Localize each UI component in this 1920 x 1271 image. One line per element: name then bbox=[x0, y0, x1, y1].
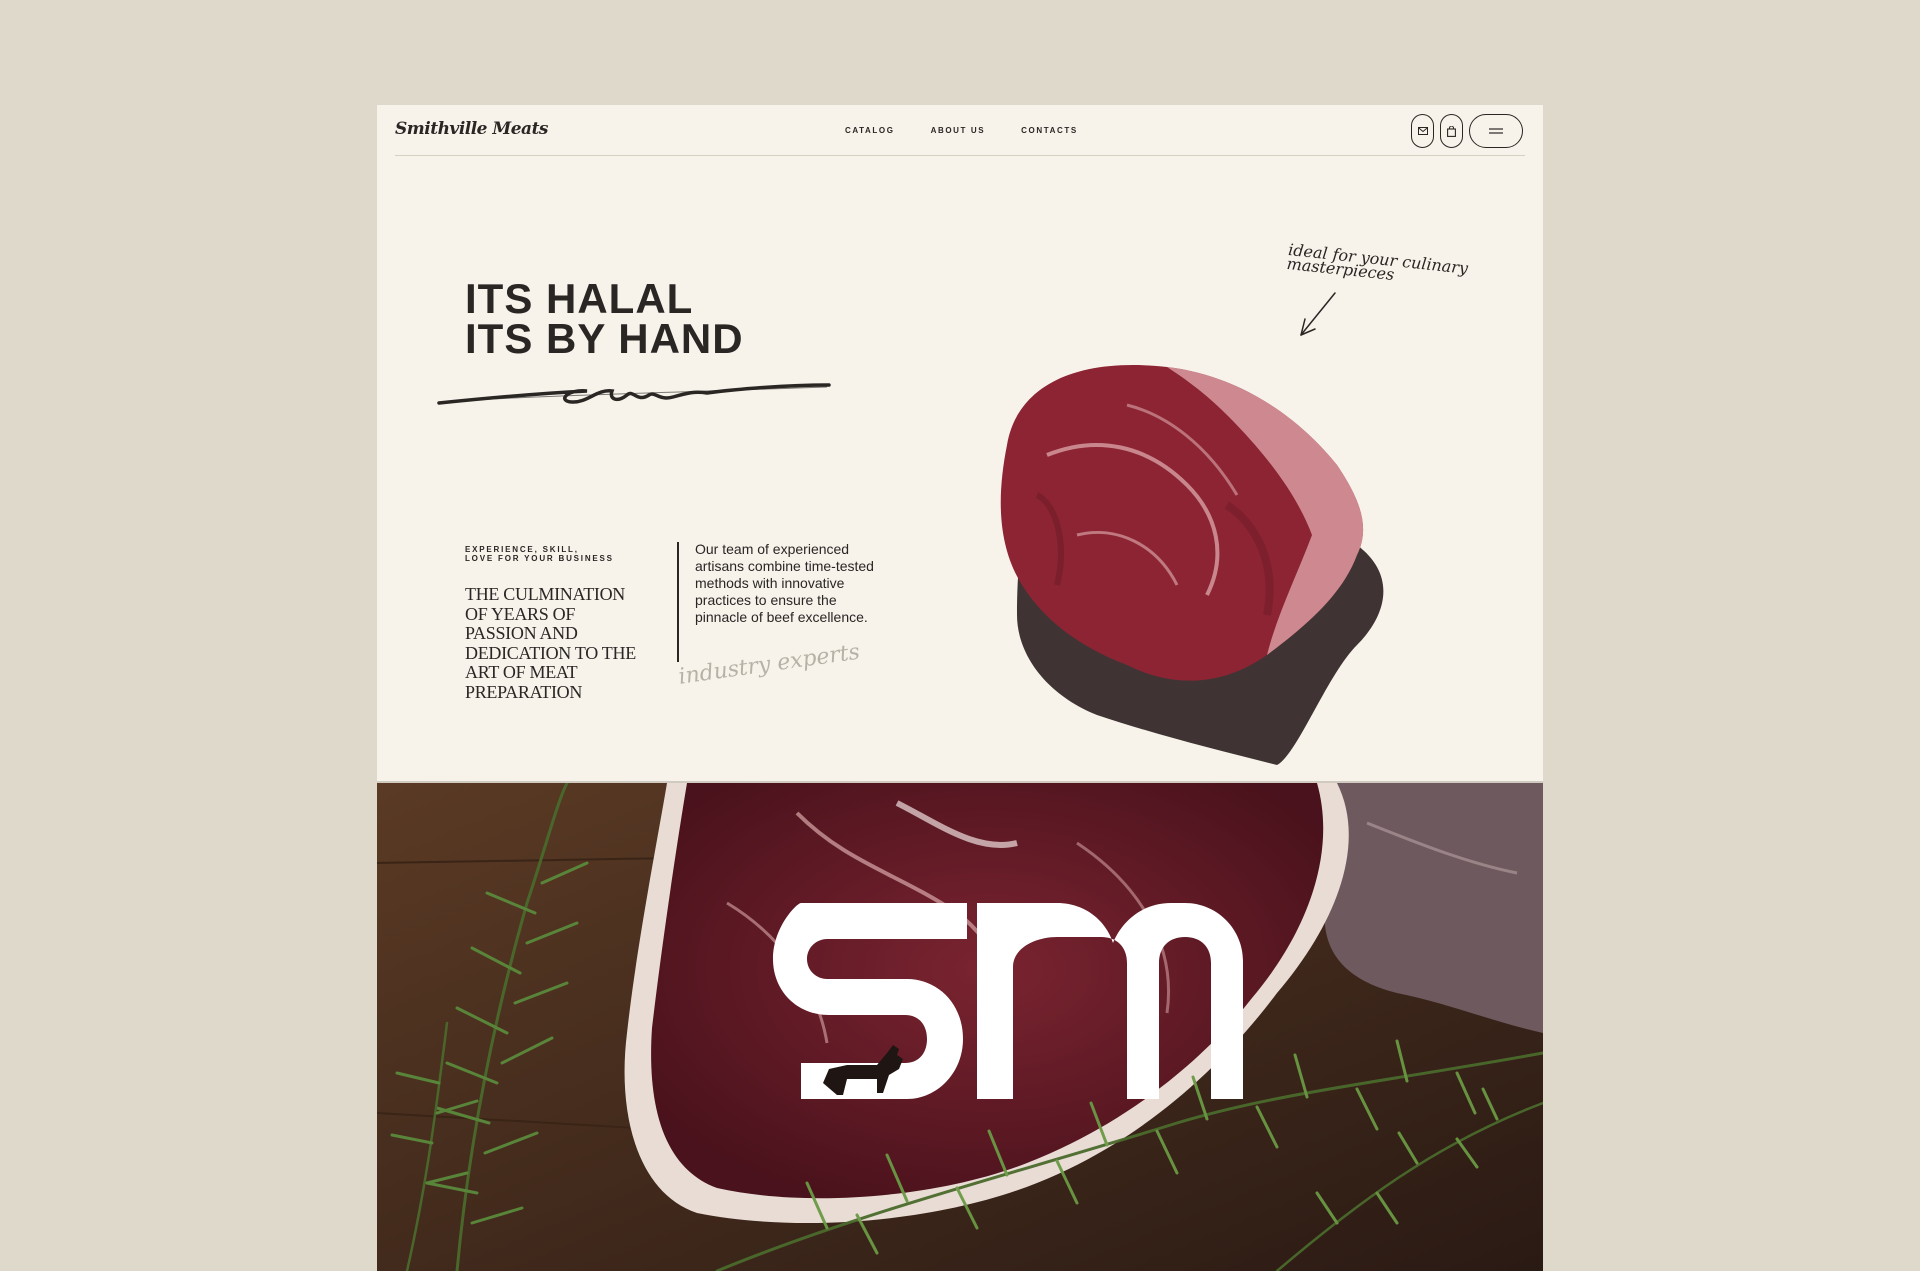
culinary-note: ideal for your culinary masterpieces bbox=[1286, 240, 1469, 290]
site-header: Smithville Meats CATALOG ABOUT US CONTAC… bbox=[377, 105, 1543, 157]
hero-body-text: Our team of experienced artisans combine… bbox=[695, 541, 874, 625]
hero-eyebrow: EXPERIENCE, SKILL, LOVE FOR YOUR BUSINES… bbox=[465, 545, 645, 563]
brand-logo[interactable]: Smithville Meats bbox=[395, 119, 549, 139]
menu-button[interactable] bbox=[1469, 114, 1523, 148]
nav-contacts[interactable]: CONTACTS bbox=[1021, 126, 1078, 135]
raw-steak-image bbox=[1000, 365, 1384, 765]
header-divider bbox=[395, 155, 1525, 156]
header-actions bbox=[1411, 114, 1523, 148]
bag-icon bbox=[1447, 125, 1456, 137]
steak-photo-art bbox=[377, 783, 1543, 1271]
cart-button[interactable] bbox=[1440, 114, 1463, 148]
hero-headline-line2: ITS BY HAND bbox=[465, 315, 744, 362]
signature-scribble bbox=[437, 383, 831, 405]
mail-button[interactable] bbox=[1411, 114, 1434, 148]
vertical-divider bbox=[677, 542, 679, 662]
main-nav: CATALOG ABOUT US CONTACTS bbox=[845, 126, 1078, 135]
website-frame: Smithville Meats CATALOG ABOUT US CONTAC… bbox=[377, 105, 1543, 1271]
hero-statement: THE CULMINATION OF YEARS OF PASSION AND … bbox=[465, 584, 636, 702]
hero-headline: ITS HALAL ITS BY HAND bbox=[465, 278, 744, 362]
mail-icon bbox=[1417, 127, 1428, 135]
nav-catalog[interactable]: CATALOG bbox=[845, 126, 895, 135]
menu-icon bbox=[1489, 128, 1503, 134]
eyebrow-line1: EXPERIENCE, SKILL, bbox=[465, 545, 579, 554]
steak-rosemary-photo bbox=[377, 783, 1543, 1271]
industry-experts-caption: industry experts bbox=[677, 639, 862, 690]
eyebrow-line2: LOVE FOR YOUR BUSINESS bbox=[465, 554, 614, 563]
nav-about-us[interactable]: ABOUT US bbox=[931, 126, 986, 135]
